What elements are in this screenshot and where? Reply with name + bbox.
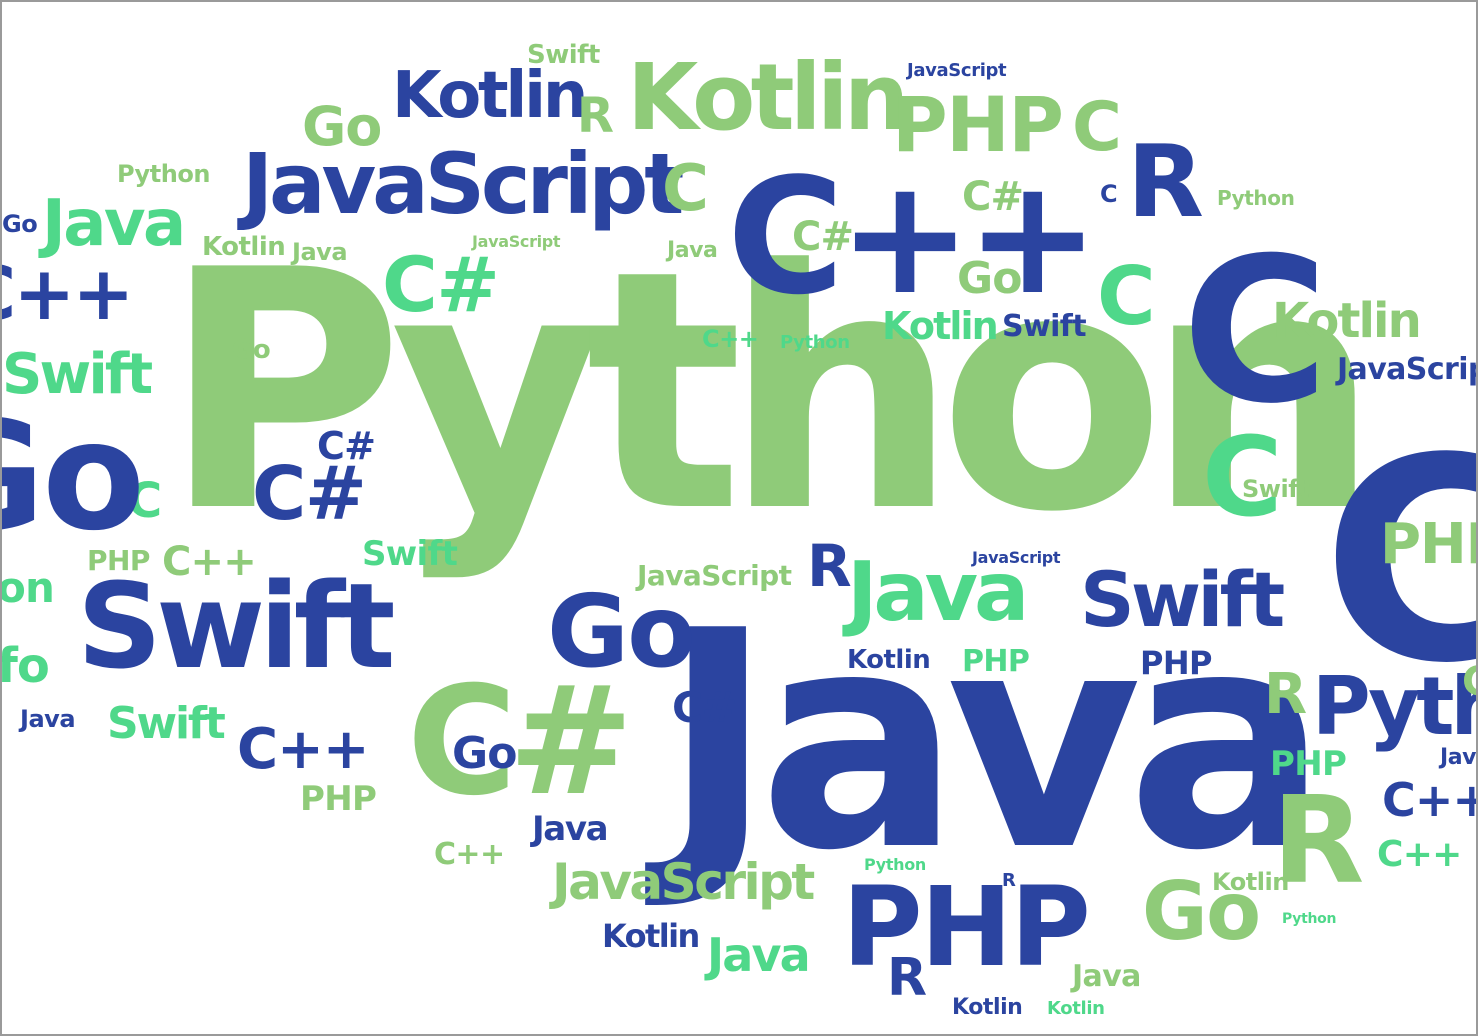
word-kotlin-tiny-blue: Kotlin bbox=[952, 995, 1023, 1020]
word-php-small-mid: PHP bbox=[962, 644, 1030, 679]
word-php-small-blue: PHP bbox=[1140, 644, 1212, 682]
word-c-right-green: C bbox=[1097, 250, 1156, 343]
word-cpp-bottom-left: C++ bbox=[237, 717, 370, 782]
word-r-small-right: R bbox=[1264, 662, 1307, 727]
word-javascript-small-right: JavaScript bbox=[1337, 352, 1476, 387]
word-c-tiny-right: C bbox=[1462, 662, 1476, 702]
word-swift-mid-right: Swift bbox=[1080, 555, 1285, 644]
word-kotlin-mid: Kotlin bbox=[882, 304, 999, 348]
word-php-small-left: PHP bbox=[87, 544, 150, 577]
word-python-tiny-bottom-2: Python bbox=[1282, 911, 1337, 927]
word-csharp-small-green: C# bbox=[962, 174, 1024, 220]
word-php-small-right: PHP bbox=[1270, 744, 1347, 784]
word-swift-small-blue: Swift bbox=[1002, 309, 1087, 344]
word-cpp-top: C++ bbox=[727, 143, 1100, 330]
word-javascript-tiny-top: JavaScript bbox=[907, 60, 1007, 81]
word-kotlin-right: Kotlin bbox=[1272, 293, 1422, 349]
word-php-top: PHP bbox=[892, 80, 1064, 169]
word-javascript-small-mid: JavaScript bbox=[637, 559, 792, 592]
word-c-hidden: C bbox=[2, 2, 3, 3]
word-java-bottom-green: Java bbox=[707, 928, 811, 982]
word-r-mid: R bbox=[807, 532, 852, 600]
word-csharp-small-blue-2: C# bbox=[672, 683, 737, 732]
word-fragment-on: on bbox=[0, 563, 55, 612]
word-php-right-edge: PHP bbox=[1380, 512, 1476, 577]
word-csharp-blue-left: C# bbox=[252, 451, 367, 537]
word-kotlin-top: Kotlin bbox=[627, 44, 909, 151]
word-python-tiny-bottom: Python bbox=[864, 855, 926, 874]
word-python-tiny-center: Python bbox=[780, 332, 850, 353]
word-kotlin-top-left: Kotlin bbox=[392, 59, 588, 133]
word-swift-tiny-blue-2: Swift bbox=[1017, 327, 1020, 328]
word-r-tiny: R bbox=[1002, 870, 1016, 891]
word-csharp-small-green-2: C# bbox=[792, 214, 854, 260]
word-java-tiny-bottom: Java bbox=[1072, 959, 1141, 994]
word-swift-tiny-top: Swift bbox=[527, 40, 600, 70]
word-swift-left-edge: Swift bbox=[2, 342, 153, 407]
word-java-tiny-green-2: Java bbox=[667, 238, 718, 263]
word-java-tiny-green: Java bbox=[292, 238, 348, 266]
word-csharp-green-center: C# bbox=[382, 240, 500, 329]
word-php-bottom: PHP bbox=[842, 863, 1091, 991]
word-r-bottom: R bbox=[887, 948, 927, 1008]
word-swift-tiny-right: Swift bbox=[1242, 475, 1310, 503]
word-swift-bottom-left: Swift bbox=[107, 698, 226, 749]
word-javascript-tiny-center: JavaScript bbox=[472, 232, 561, 251]
word-php-small-bottom-left: PHP bbox=[300, 779, 377, 819]
word-go-tiny: Go bbox=[2, 210, 38, 238]
word-kotlin-small-blue: Kotlin bbox=[847, 645, 931, 675]
word-kotlin-tiny-bottom: Kotlin bbox=[1047, 998, 1105, 1019]
word-go-small-green: Go bbox=[957, 253, 1022, 304]
word-c-near-javascript: C bbox=[662, 152, 709, 226]
word-kotlin-small-green: Kotlin bbox=[202, 232, 286, 262]
word-java-bottom-blue: Java bbox=[532, 809, 609, 849]
word-fragment-fo: fo bbox=[0, 638, 50, 694]
word-c-top-green: C bbox=[1072, 88, 1122, 167]
word-go-left-edge: Go bbox=[2, 390, 145, 564]
word-cpp-tiny-bottom: C++ bbox=[434, 837, 505, 872]
word-swift-small-mid: Swift bbox=[362, 534, 458, 574]
word-r-top: R bbox=[1127, 123, 1204, 240]
word-python-tiny-right: Python bbox=[1217, 186, 1295, 210]
word-go-top-left: Go bbox=[302, 95, 382, 158]
word-javascript-tiny-mid: JavaScript bbox=[972, 548, 1061, 567]
word-python-right-edge: Python bbox=[1312, 660, 1476, 753]
word-java-tiny-right: Java bbox=[1440, 745, 1477, 770]
word-cpp-tiny-center: C++ bbox=[702, 325, 759, 353]
word-python-tiny-top-left: Python bbox=[117, 160, 210, 188]
word-go-tiny-left: Go bbox=[232, 335, 271, 365]
word-r-near-kotlin: R bbox=[577, 88, 614, 144]
word-cpp-bottom-right: C++ bbox=[1377, 834, 1462, 875]
word-kotlin-tiny-right: Kotlin bbox=[1212, 868, 1289, 896]
word-javascript-bottom: JavaScript bbox=[552, 853, 815, 911]
word-cpp-small-right: C++ bbox=[1382, 773, 1476, 827]
word-go-small-blue: Go bbox=[452, 728, 517, 779]
word-csharp-small-blue: C# bbox=[317, 424, 376, 468]
word-java-tiny-left: Java bbox=[20, 705, 76, 733]
word-cpp-left-edge: C++ bbox=[2, 251, 134, 337]
word-cloud: Python Java C C C++ JavaScript Swift Kot… bbox=[0, 0, 1478, 1036]
word-kotlin-bottom-blue: Kotlin bbox=[602, 917, 700, 955]
word-c-small-blue: C bbox=[1100, 180, 1118, 208]
word-java-left: Java bbox=[42, 187, 186, 261]
word-cpp-small-left: C++ bbox=[162, 539, 257, 585]
